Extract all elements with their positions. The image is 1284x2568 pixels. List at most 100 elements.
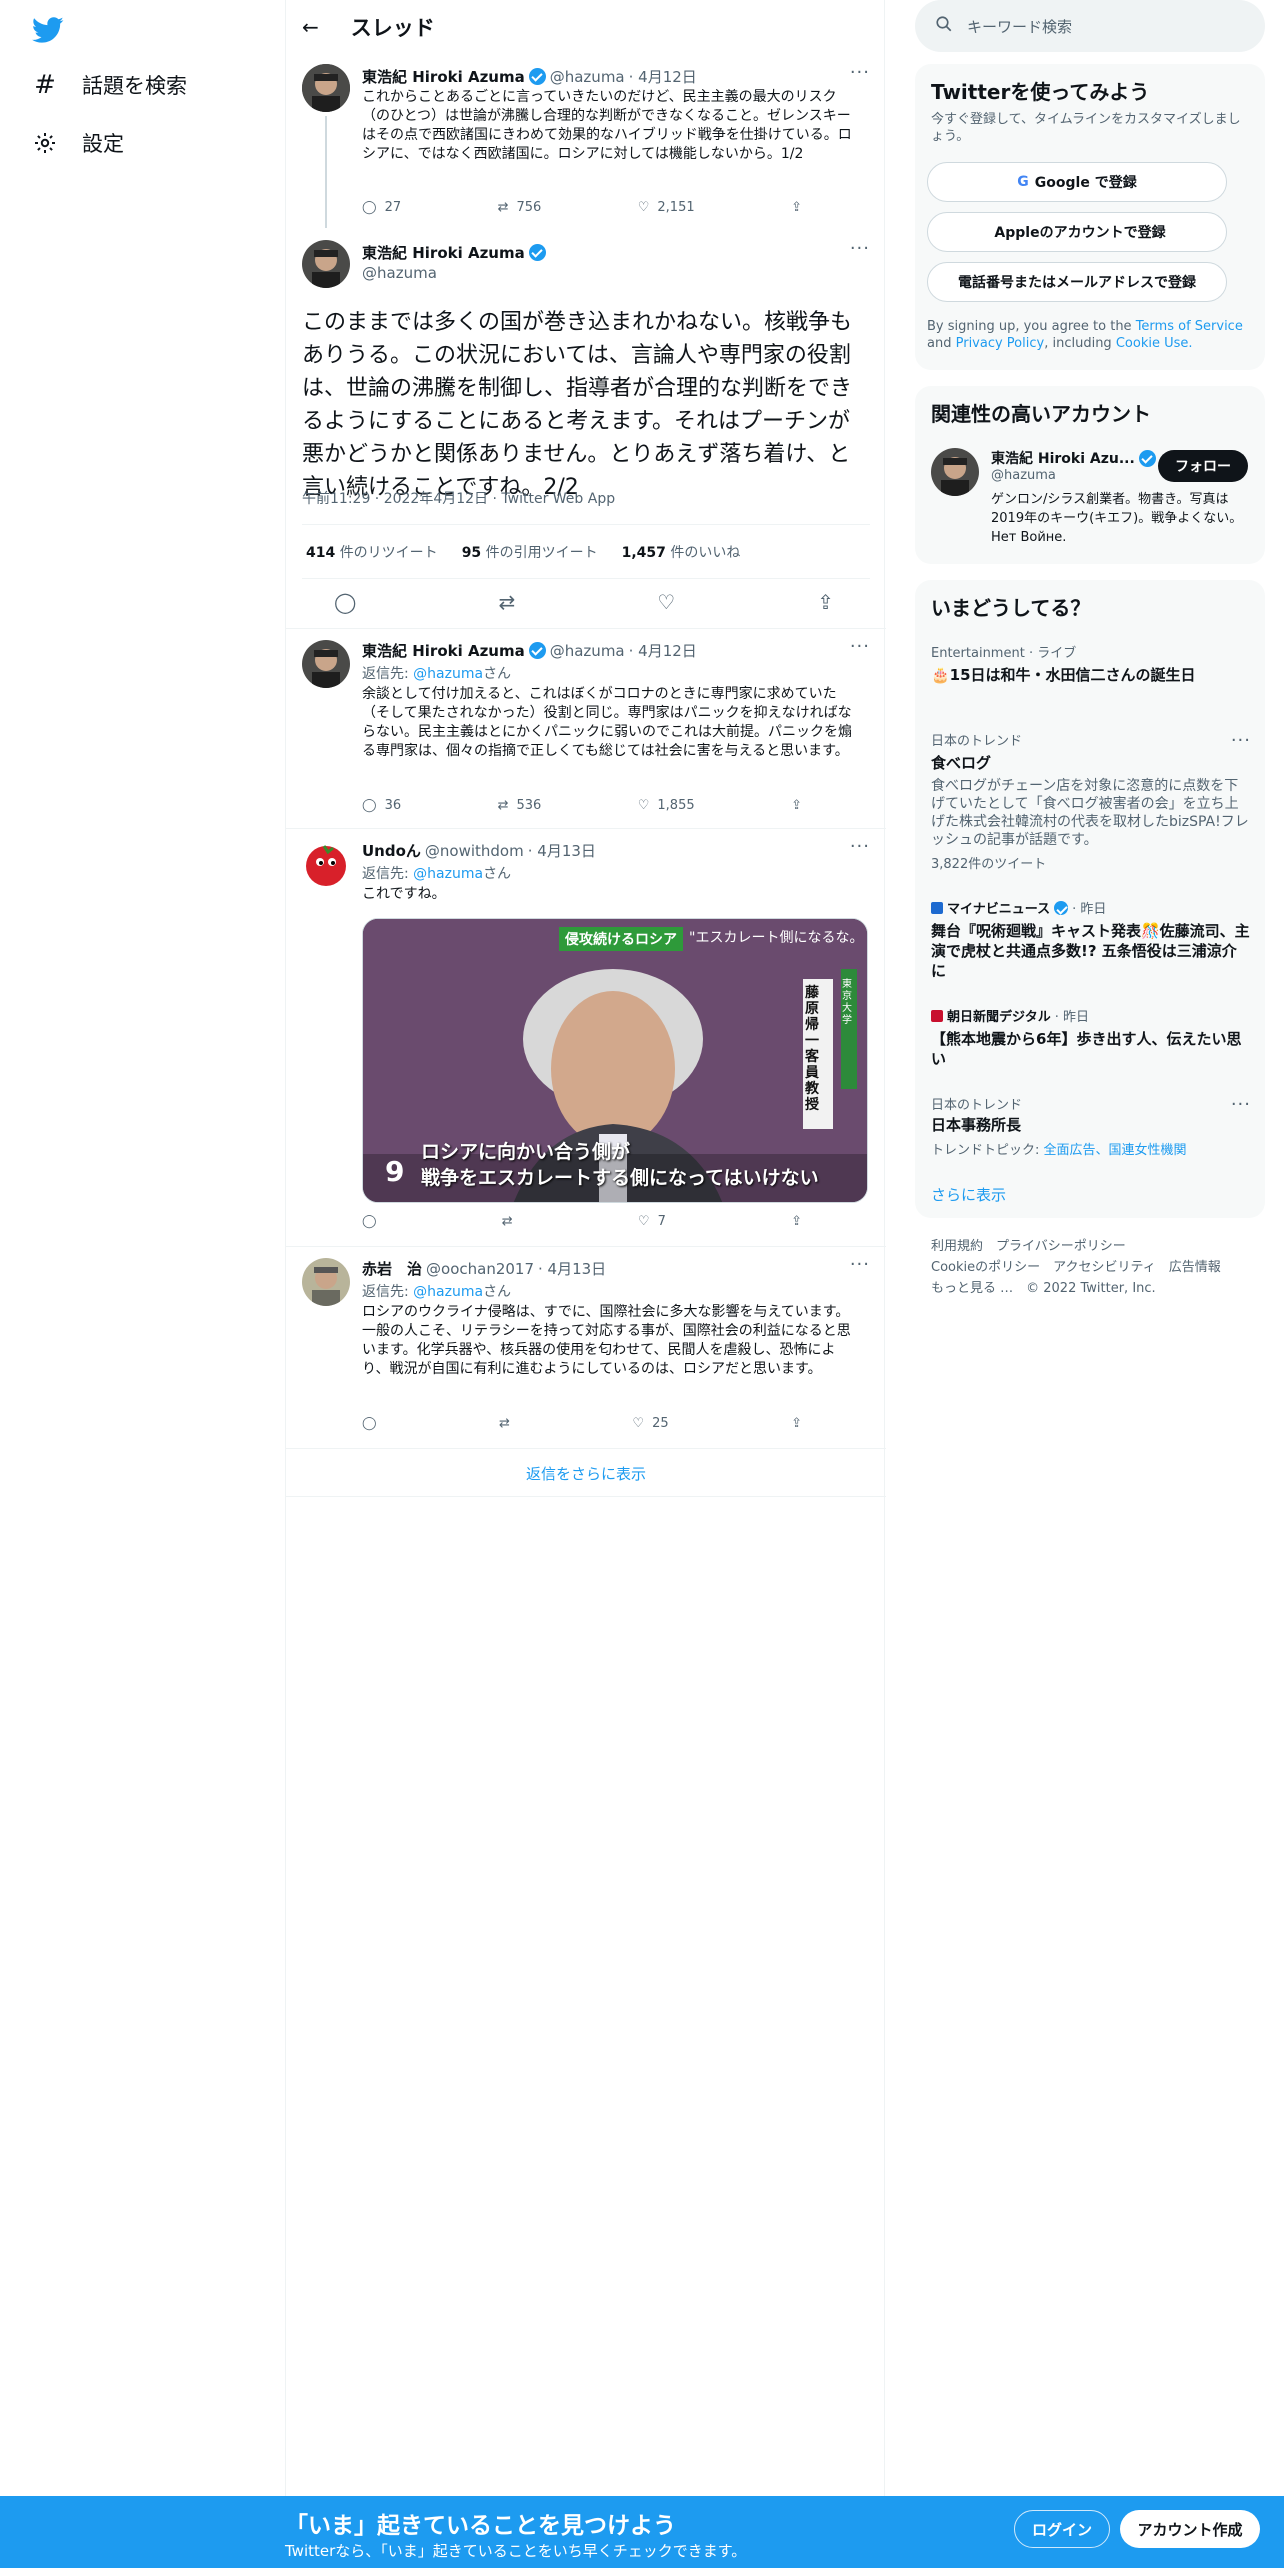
nav-explore[interactable]: # 話題を検索 bbox=[32, 70, 187, 100]
trend-item[interactable]: 日本のトレンド 日本事務所長 トレンドトピック: 全面広告、国連女性機関 bbox=[931, 1094, 1251, 1158]
author-name[interactable]: 東浩紀 Hiroki Azuma bbox=[362, 640, 525, 661]
retweet-button[interactable]: ⇄ 536 bbox=[498, 798, 542, 813]
author-handle[interactable]: @hazuma bbox=[550, 68, 625, 86]
related-handle[interactable]: @hazuma bbox=[991, 468, 1056, 483]
like-button[interactable]: ♡ 7 bbox=[638, 1214, 666, 1229]
tweet-reply[interactable]: Undoん @nowithdom · 4月13日 ··· 返信先: @hazum… bbox=[286, 830, 886, 1246]
author-name[interactable]: 赤岩 治 bbox=[362, 1258, 422, 1279]
signup-card: Twitterを使ってみよう 今すぐ登録して、タイムラインをカスタマイズしましょ… bbox=[915, 64, 1265, 370]
more-icon[interactable]: ··· bbox=[1231, 1094, 1251, 1115]
trend-item[interactable]: マイナビニュース · 昨日 舞台『呪術廻戦』キャスト発表🎊佐藤流司、主演で虎杖と共… bbox=[931, 898, 1251, 981]
retweet-button[interactable]: ⇄ 756 bbox=[498, 200, 542, 215]
image-tag: 侵攻続けるロシア bbox=[559, 927, 683, 951]
tweet-date[interactable]: · 4月12日 bbox=[629, 640, 697, 661]
search-input[interactable]: キーワード検索 bbox=[967, 16, 1072, 37]
avatar[interactable] bbox=[931, 448, 979, 496]
reply-button[interactable]: ◯ bbox=[334, 590, 356, 614]
author-name[interactable]: 東浩紀 Hiroki Azuma bbox=[362, 242, 525, 263]
tweet-parent[interactable]: 東浩紀 Hiroki Azuma @hazuma · 4月12日 ··· これか… bbox=[286, 54, 886, 230]
reply-button[interactable]: ◯ 36 bbox=[362, 798, 401, 813]
trend-item[interactable]: 朝日新聞デジタル · 昨日 【熊本地震から6年】歩き出す人、伝えたい思い bbox=[931, 1006, 1251, 1069]
retweet-icon: ⇄ bbox=[501, 1214, 513, 1229]
trend-category: Entertainment · ライブ bbox=[931, 646, 1077, 661]
apple-signup-button[interactable]: Appleのアカウントで登録 bbox=[927, 212, 1227, 252]
stat-likes[interactable]: 1,457 件のいいね bbox=[622, 542, 741, 562]
trend-item[interactable]: Entertainment · ライブ 🎂15日は和牛・水田信二さんの誕生日 bbox=[931, 642, 1251, 685]
search-bar[interactable]: キーワード検索 bbox=[915, 0, 1265, 52]
terms-link[interactable]: Terms of Service bbox=[1136, 319, 1243, 334]
divider bbox=[286, 828, 886, 829]
trend-category: 日本のトレンド bbox=[931, 734, 1023, 749]
show-more-trends-link[interactable]: さらに表示 bbox=[931, 1184, 1006, 1205]
footer-line-3[interactable]: もっと見る … © 2022 Twitter, Inc. bbox=[931, 1278, 1221, 1299]
more-icon[interactable]: ··· bbox=[850, 636, 870, 657]
share-button[interactable]: ⇪ bbox=[791, 200, 802, 215]
trend-item[interactable]: 日本のトレンド 食べログ 食べログがチェーン店を対象に恣意的に点数を下げていたと… bbox=[931, 730, 1251, 872]
back-arrow-icon[interactable]: ← bbox=[302, 15, 319, 39]
author-name[interactable]: 東浩紀 Hiroki Azuma bbox=[362, 66, 525, 87]
author-handle[interactable]: @nowithdom bbox=[425, 842, 524, 860]
reply-to-link[interactable]: @hazuma bbox=[413, 1284, 483, 1300]
more-icon[interactable]: ··· bbox=[850, 62, 870, 83]
stat-retweets[interactable]: 414 件のリツイート bbox=[306, 542, 438, 562]
phone-signup-button[interactable]: 電話番号またはメールアドレスで登録 bbox=[927, 262, 1227, 302]
reply-button[interactable]: ◯ 27 bbox=[362, 200, 401, 215]
like-button[interactable]: ♡ 2,151 bbox=[638, 200, 695, 215]
avatar[interactable] bbox=[302, 64, 350, 112]
reply-to-link[interactable]: @hazuma bbox=[413, 866, 483, 882]
tweet-text: このままでは多くの国が巻き込まれかねない。核戦争もありうる。この状況においては、… bbox=[302, 310, 853, 500]
author-handle[interactable]: @hazuma bbox=[362, 264, 437, 282]
footer-line-2[interactable]: Cookieのポリシー アクセシビリティ 広告情報 bbox=[931, 1257, 1221, 1278]
avatar[interactable] bbox=[302, 840, 350, 888]
retweet-button[interactable]: ⇄ bbox=[499, 1416, 510, 1431]
cookie-link[interactable]: Cookie Use. bbox=[1116, 336, 1193, 351]
privacy-link[interactable]: Privacy Policy bbox=[956, 336, 1045, 351]
follow-button[interactable]: フォロー bbox=[1158, 450, 1248, 482]
trend-topic-label: トレンドトピック: bbox=[931, 1143, 1040, 1158]
nav-settings[interactable]: 設定 bbox=[32, 128, 124, 158]
tweet-reply[interactable]: 東浩紀 Hiroki Azuma @hazuma · 4月12日 ··· 返信先… bbox=[286, 630, 886, 828]
google-signup-button[interactable]: G Google で登録 bbox=[927, 162, 1227, 202]
more-icon[interactable]: ··· bbox=[1231, 730, 1251, 751]
tweet-reply[interactable]: 赤岩 治 @oochan2017 · 4月13日 ··· 返信先: @hazum… bbox=[286, 1248, 886, 1448]
related-name[interactable]: 東浩紀 Hiroki Azu... bbox=[991, 448, 1135, 468]
divider bbox=[286, 1496, 886, 1497]
avatar[interactable] bbox=[302, 1258, 350, 1306]
share-button[interactable]: ⇪ bbox=[791, 798, 802, 813]
login-button[interactable]: ログイン bbox=[1014, 2510, 1110, 2548]
trend-time: · 昨日 bbox=[1054, 1010, 1090, 1025]
stat-quotes[interactable]: 95 件の引用ツイート bbox=[462, 542, 598, 562]
tweet-date[interactable]: · 4月12日 bbox=[629, 66, 697, 87]
reply-to-link[interactable]: @hazuma bbox=[413, 666, 483, 682]
footer-line-1[interactable]: 利用規約 プライバシーポリシー bbox=[931, 1236, 1221, 1257]
like-button[interactable]: ♡ 25 bbox=[632, 1416, 668, 1431]
thread-header: ← スレッド bbox=[286, 0, 884, 54]
tweet-image[interactable]: 侵攻続けるロシア "エスカレート側になるな。 藤原帰一 客員教授 東京大学 ロシ… bbox=[362, 918, 868, 1203]
retweet-button[interactable]: ⇄ bbox=[502, 1214, 513, 1229]
reply-button[interactable]: ◯ bbox=[362, 1214, 377, 1229]
avatar[interactable] bbox=[302, 240, 350, 288]
tweet-actions: ◯ ⇄ ♡ 25 ⇪ bbox=[362, 1416, 802, 1431]
twitter-logo-icon[interactable] bbox=[32, 14, 64, 46]
signup-button[interactable]: アカウント作成 bbox=[1120, 2510, 1260, 2548]
share-button[interactable]: ⇪ bbox=[791, 1416, 802, 1431]
more-icon[interactable]: ··· bbox=[850, 238, 870, 259]
tweet-date[interactable]: · 4月13日 bbox=[538, 1258, 606, 1279]
more-icon[interactable]: ··· bbox=[850, 1254, 870, 1275]
avatar[interactable] bbox=[302, 640, 350, 688]
reply-button[interactable]: ◯ bbox=[362, 1416, 377, 1431]
nav-settings-label: 設定 bbox=[82, 132, 124, 156]
share-button[interactable]: ⇪ bbox=[817, 590, 834, 614]
author-handle[interactable]: @oochan2017 bbox=[426, 1260, 534, 1278]
author-handle[interactable]: @hazuma bbox=[550, 642, 625, 660]
tweet-date[interactable]: · 4月13日 bbox=[528, 840, 596, 861]
tweet-meta[interactable]: 午前11:29 · 2022年4月12日 · Twitter Web App bbox=[302, 488, 615, 508]
share-button[interactable]: ⇪ bbox=[791, 1214, 802, 1229]
like-button[interactable]: ♡ 1,855 bbox=[638, 798, 695, 813]
retweet-button[interactable]: ⇄ bbox=[498, 590, 515, 614]
trend-topic-link[interactable]: 全面広告、国連女性機関 bbox=[1044, 1143, 1187, 1158]
like-button[interactable]: ♡ bbox=[657, 590, 675, 614]
author-name[interactable]: Undoん bbox=[362, 840, 421, 861]
show-more-replies-link[interactable]: 返信をさらに表示 bbox=[286, 1450, 886, 1496]
more-icon[interactable]: ··· bbox=[850, 836, 870, 857]
